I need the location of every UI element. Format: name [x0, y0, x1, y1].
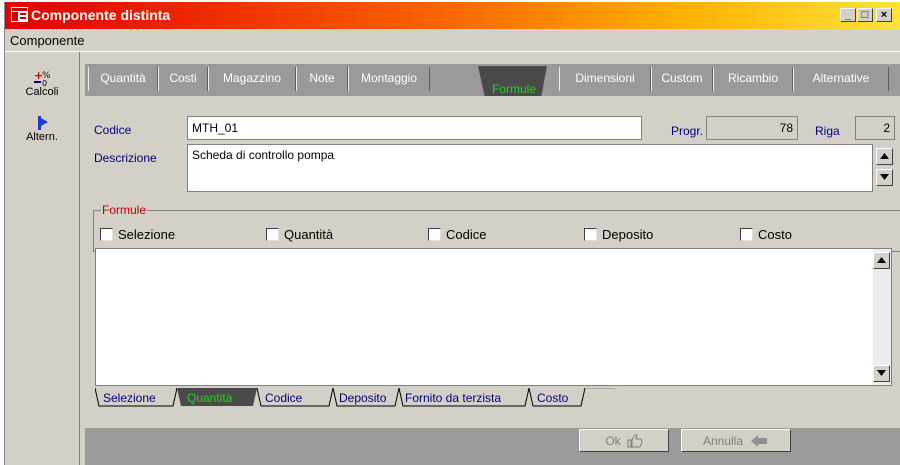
- formula-tab-deposito[interactable]: Deposito: [339, 391, 386, 405]
- calcoli-label: Calcoli: [25, 86, 59, 98]
- svg-text:0: 0: [42, 79, 47, 86]
- formula-tab-fornito[interactable]: Fornito da terzista: [405, 391, 501, 405]
- checkbox-box[interactable]: [740, 228, 753, 241]
- annulla-label: Annulla: [702, 433, 744, 448]
- formula-editor[interactable]: [95, 248, 892, 386]
- tab-alternative[interactable]: Alternative: [793, 67, 889, 91]
- menu-componente[interactable]: Componente: [10, 33, 84, 48]
- formula-tab-quantita[interactable]: Quantità: [187, 391, 232, 405]
- formula-scroll-up[interactable]: [873, 252, 890, 269]
- tab-custom[interactable]: Custom: [651, 67, 713, 91]
- annulla-button[interactable]: Annulla: [681, 429, 791, 452]
- descrizione-field[interactable]: Scheda di controllo pompa: [187, 144, 873, 192]
- tab-quantita[interactable]: Quantità: [88, 67, 158, 91]
- arrow-down-icon: [880, 174, 889, 180]
- content-area: Quantità Costi Magazzino Note Montaggio …: [85, 64, 900, 465]
- checkbox-label: Deposito: [602, 227, 654, 242]
- minimize-button[interactable]: _: [840, 8, 856, 22]
- formula-editor-scrollbar[interactable]: [873, 249, 891, 385]
- checkbox-box[interactable]: [428, 228, 441, 241]
- descrizione-scroll-down[interactable]: [876, 169, 893, 186]
- codice-label: Codice: [94, 123, 132, 137]
- formula-tab-codice[interactable]: Codice: [265, 391, 302, 405]
- checkbox-label: Costo: [758, 227, 792, 242]
- codice-field[interactable]: MTH_01: [187, 116, 642, 140]
- tab-montaggio[interactable]: Montaggio: [348, 67, 430, 91]
- arrow-up-icon: [880, 153, 889, 159]
- title-bar[interactable]: Componente distinta _ □ ×: [5, 2, 900, 29]
- descrizione-scroll-up[interactable]: [876, 148, 893, 165]
- tab-costi[interactable]: Costi: [158, 67, 208, 91]
- component-window: Componente distinta _ □ × Componente + %…: [4, 2, 900, 465]
- checkbox-label: Codice: [446, 227, 487, 242]
- formula-tab-costo[interactable]: Costo: [537, 391, 568, 405]
- back-arrow-icon: [751, 434, 768, 447]
- formula-tab-bar: Selezione Quantità Codice Deposito Forni…: [95, 388, 892, 410]
- close-button[interactable]: ×: [876, 8, 892, 22]
- riga-label: Riga: [815, 124, 840, 138]
- checkbox-box[interactable]: [584, 228, 597, 241]
- formula-tab-selezione[interactable]: Selezione: [103, 391, 156, 405]
- formule-group: Formule Selezione Quantità Codice Deposi…: [93, 203, 900, 252]
- maximize-button[interactable]: □: [857, 8, 873, 22]
- altern-label: Altern.: [26, 131, 58, 143]
- menu-bar: Componente: [5, 29, 900, 52]
- formule-legend: Formule: [101, 203, 148, 217]
- altern-button[interactable]: Altern.: [5, 115, 79, 143]
- riga-field[interactable]: 2: [855, 116, 895, 140]
- thumbs-up-icon: [627, 434, 643, 447]
- checkbox-label: Quantità: [284, 227, 334, 242]
- progr-label: Progr.: [671, 124, 704, 138]
- checkbox-box[interactable]: [266, 228, 279, 241]
- selezione-checkbox[interactable]: Selezione: [100, 227, 175, 242]
- arrow-down-icon: [877, 370, 886, 376]
- tab-ricambio[interactable]: Ricambio: [713, 67, 793, 91]
- deposito-checkbox[interactable]: Deposito: [584, 227, 653, 242]
- tab-bar: Quantità Costi Magazzino Note Montaggio …: [85, 64, 900, 98]
- tab-formule[interactable]: Formule: [483, 66, 545, 96]
- quantita-checkbox[interactable]: Quantità: [266, 227, 333, 242]
- app-icon: [11, 7, 28, 22]
- codice-checkbox[interactable]: Codice: [428, 227, 486, 242]
- descrizione-label: Descrizione: [94, 151, 157, 165]
- costo-checkbox[interactable]: Costo: [740, 227, 792, 242]
- calcoli-button[interactable]: + % 0 Calcoli: [5, 70, 79, 98]
- side-toolbar: + % 0 Calcoli Altern.: [5, 52, 80, 465]
- formula-scroll-down[interactable]: [873, 365, 890, 382]
- arrow-up-icon: [877, 257, 886, 263]
- checkbox-label: Selezione: [118, 227, 176, 242]
- tab-note[interactable]: Note: [296, 67, 348, 91]
- checkbox-box[interactable]: [100, 228, 113, 241]
- progr-field[interactable]: 78: [706, 116, 798, 140]
- tab-magazzino[interactable]: Magazzino: [208, 67, 296, 91]
- tab-dimensioni[interactable]: Dimensioni: [559, 67, 651, 91]
- alternative-arrow-icon: [38, 116, 48, 130]
- window-title: Componente distinta: [31, 7, 171, 23]
- calculate-icon: + % 0: [34, 70, 51, 86]
- ok-button[interactable]: Ok: [579, 429, 669, 452]
- ok-label: Ok: [605, 433, 621, 448]
